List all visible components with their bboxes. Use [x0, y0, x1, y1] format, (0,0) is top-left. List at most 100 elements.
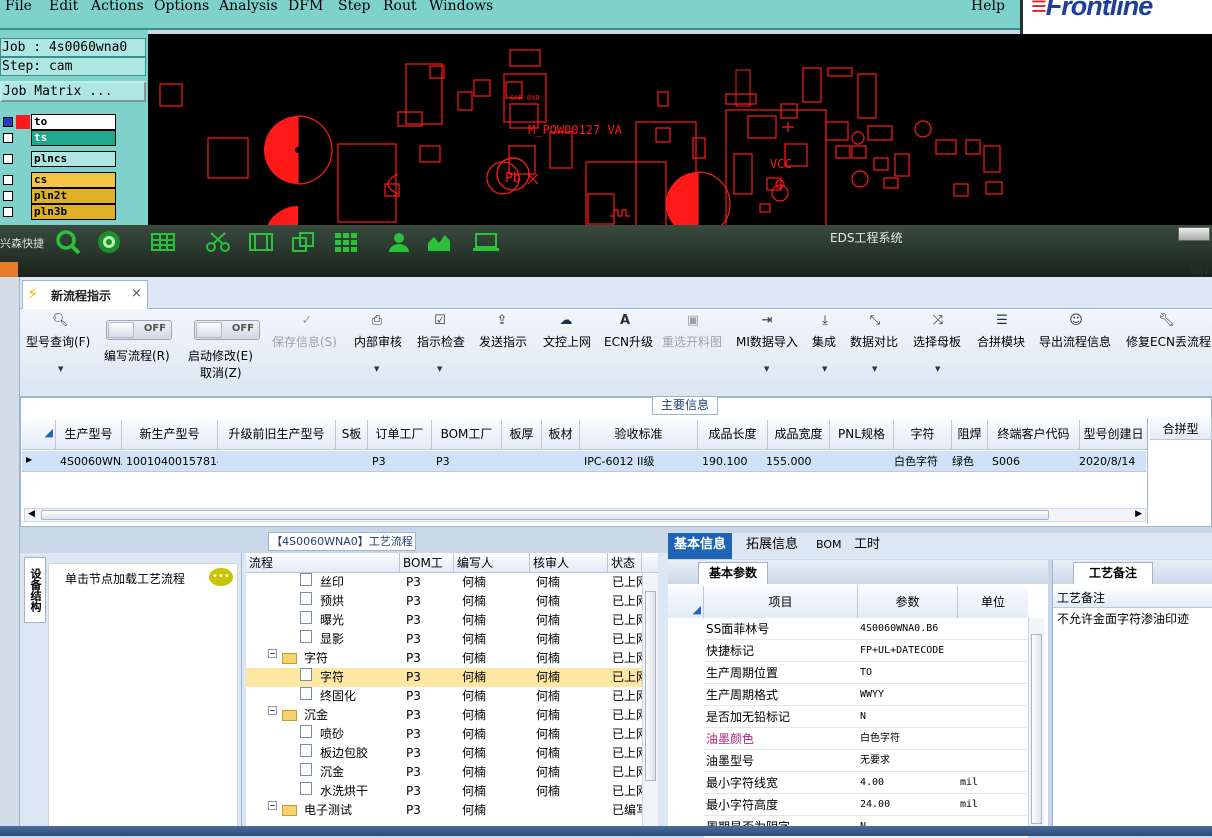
- vertical-scrollbar[interactable]: [1028, 618, 1044, 826]
- grid-header[interactable]: 验收标准: [580, 420, 698, 450]
- save-info-button[interactable]: ✓ 保存信息(S): [272, 309, 344, 389]
- copy-icon[interactable]: [290, 231, 316, 253]
- param-value[interactable]: 白色字符: [860, 728, 956, 750]
- device-structure-tab[interactable]: 设备结构: [24, 557, 46, 623]
- job-matrix-button[interactable]: Job Matrix ...: [0, 81, 146, 102]
- tree-row[interactable]: 字符 P3 何楠 何楠 已上网: [246, 668, 642, 687]
- layer-checkbox[interactable]: [3, 154, 13, 164]
- grid-header[interactable]: 新生产型号: [122, 420, 218, 450]
- layer-row-pln2t[interactable]: pln2t: [0, 188, 116, 204]
- tab-new-flow[interactable]: ⚡ 新流程指示 ×: [22, 280, 148, 309]
- search-icon[interactable]: [55, 229, 81, 255]
- param-row[interactable]: 最小字符高度 24.00 mil: [704, 794, 1028, 816]
- layer-checkbox[interactable]: [3, 207, 13, 217]
- scissors-icon[interactable]: [205, 231, 231, 253]
- vertical-scrollbar[interactable]: [642, 573, 658, 826]
- pcb-canvas[interactable]: M_POW00127 VA VCC SAR 8X8 Pb: [148, 34, 1212, 226]
- grid-header[interactable]: 字符: [894, 420, 952, 450]
- param-value[interactable]: TO: [860, 662, 956, 684]
- speech-bubble-icon[interactable]: •••: [209, 568, 233, 586]
- modify-ecn-button[interactable]: 🔧︎ 修复ECN丢流程: [1126, 309, 1212, 389]
- tree-col-header[interactable]: BOM工厂: [400, 553, 454, 590]
- layer-checkbox[interactable]: [3, 117, 13, 127]
- menu-windows[interactable]: Windows: [429, 0, 493, 14]
- send-instruction-button[interactable]: ⇪ 发送指示: [479, 309, 531, 389]
- tab-basic-info[interactable]: 基本信息: [668, 533, 733, 559]
- param-value[interactable]: 4.00: [860, 772, 956, 794]
- param-row[interactable]: SS面菲林号 4S0060WNA0.B6: [704, 618, 1028, 640]
- param-col-header[interactable]: 项目: [704, 586, 858, 618]
- mi-import-button[interactable]: ⇥ MI数据导入 ▼: [736, 309, 802, 389]
- tree-row[interactable]: 终固化 P3 何楠 何楠 已上网: [246, 687, 642, 706]
- table-icon[interactable]: [150, 231, 176, 253]
- menu-rout[interactable]: Rout: [383, 0, 417, 14]
- param-value[interactable]: 无要求: [860, 750, 956, 772]
- tree-row[interactable]: 板边包胶 P3 何楠 何楠 已上网: [246, 744, 642, 763]
- splitter[interactable]: [658, 553, 668, 836]
- grid-cell[interactable]: IPC-6012 II级: [580, 451, 698, 472]
- internal-review-button[interactable]: ⎙ 内部审核 ▼: [354, 309, 406, 389]
- select-mother-board-button[interactable]: ⤨ 选择母板 ▼: [913, 309, 965, 389]
- param-value[interactable]: 4S0060WNA0.B6: [860, 618, 956, 640]
- grid-header[interactable]: 板材: [542, 420, 580, 450]
- param-value[interactable]: WWYY: [860, 684, 956, 706]
- grid-icon[interactable]: [333, 231, 359, 253]
- param-row[interactable]: 油墨颜色 白色字符: [704, 728, 1028, 750]
- tab-work-hours[interactable]: 工时: [848, 533, 886, 559]
- scroll-thumb[interactable]: [645, 591, 656, 781]
- collapse-icon[interactable]: −: [268, 706, 277, 715]
- tree-col-header[interactable]: 编写人: [454, 553, 530, 573]
- param-row[interactable]: 生产周期位置 TO: [704, 662, 1028, 684]
- area-chart-icon[interactable]: [426, 231, 452, 253]
- chevron-left-icon[interactable]: ◀: [28, 509, 35, 519]
- grid-header[interactable]: 生产型号: [56, 420, 122, 450]
- grid-header[interactable]: PNL规格: [830, 420, 894, 450]
- tree-row[interactable]: 预烘 P3 何楠 何楠 已上网: [246, 592, 642, 611]
- enable-modify-toggle[interactable]: OFF: [194, 320, 260, 340]
- horizontal-scrollbar[interactable]: ◀ ▶: [24, 508, 1146, 522]
- minimize-button[interactable]: [1178, 227, 1210, 241]
- param-row[interactable]: 最小字符线宽 4.00 mil: [704, 772, 1028, 794]
- tree-row[interactable]: − 沉金 P3 何楠 何楠 已上网: [246, 706, 642, 725]
- collapse-icon[interactable]: −: [268, 649, 277, 658]
- tree-row[interactable]: 沉金 P3 何楠 何楠 已上网: [246, 763, 642, 782]
- layer-row-pln3b[interactable]: pln3b: [0, 204, 116, 220]
- layer-checkbox[interactable]: [3, 133, 13, 143]
- data-compare-button[interactable]: ⤡ 数据对比 ▼: [850, 309, 902, 389]
- tree-row[interactable]: − 字符 P3 何楠 何楠 已上网: [246, 649, 642, 668]
- film-icon[interactable]: [248, 231, 274, 253]
- layer-row-cs[interactable]: cs: [0, 172, 116, 188]
- tree-row[interactable]: 曝光 P3 何楠 何楠 已上网: [246, 611, 642, 630]
- grid-header[interactable]: 成品长度: [698, 420, 768, 450]
- type-query-button[interactable]: 🔍︎ 型号查询(F) ▼: [24, 309, 104, 389]
- menu-file[interactable]: File: [5, 0, 32, 14]
- combine-module-button[interactable]: ☰ 合拼模块: [977, 309, 1029, 389]
- param-col-header[interactable]: 单位: [958, 586, 1028, 618]
- grid-header[interactable]: 成品宽度: [768, 420, 830, 450]
- menu-edit[interactable]: Edit: [49, 0, 78, 14]
- grid-header[interactable]: 订单工厂: [368, 420, 432, 450]
- tab-extended-info[interactable]: 拓展信息: [740, 533, 804, 559]
- menu-options[interactable]: Options: [154, 0, 209, 14]
- param-row[interactable]: 生产周期格式 WWYY: [704, 684, 1028, 706]
- grid-cell[interactable]: P3: [368, 451, 432, 472]
- param-value[interactable]: FP+UL+DATECODE: [860, 640, 956, 662]
- menu-dfm[interactable]: DFM: [288, 0, 323, 14]
- param-row[interactable]: 快捷标记 FP+UL+DATECODE: [704, 640, 1028, 662]
- layer-checkbox[interactable]: [3, 175, 13, 185]
- layer-row-ts[interactable]: ts: [0, 130, 116, 146]
- tree-col-header[interactable]: 核审人: [530, 553, 608, 573]
- layer-checkbox[interactable]: [3, 191, 13, 201]
- tab-bom[interactable]: BOM: [810, 533, 848, 559]
- param-row[interactable]: 是否加无铅标记 N: [704, 706, 1028, 728]
- grid-cell[interactable]: 190.100: [698, 451, 768, 472]
- instruction-check-button[interactable]: ☑ 指示检查 ▼: [417, 309, 469, 389]
- scroll-thumb[interactable]: [1031, 634, 1042, 824]
- tree-row[interactable]: 显影 P3 何楠 何楠 已上网: [246, 630, 642, 649]
- grid-header[interactable]: 型号创建日: [1080, 420, 1148, 450]
- user-icon[interactable]: [386, 231, 412, 253]
- grid-cell[interactable]: 4S0060WNA0: [56, 451, 122, 472]
- doc-upload-button[interactable]: ☁ 文控上网: [543, 309, 595, 389]
- scroll-thumb[interactable]: [41, 510, 1049, 520]
- cancel-button[interactable]: 取消(Z): [200, 364, 242, 381]
